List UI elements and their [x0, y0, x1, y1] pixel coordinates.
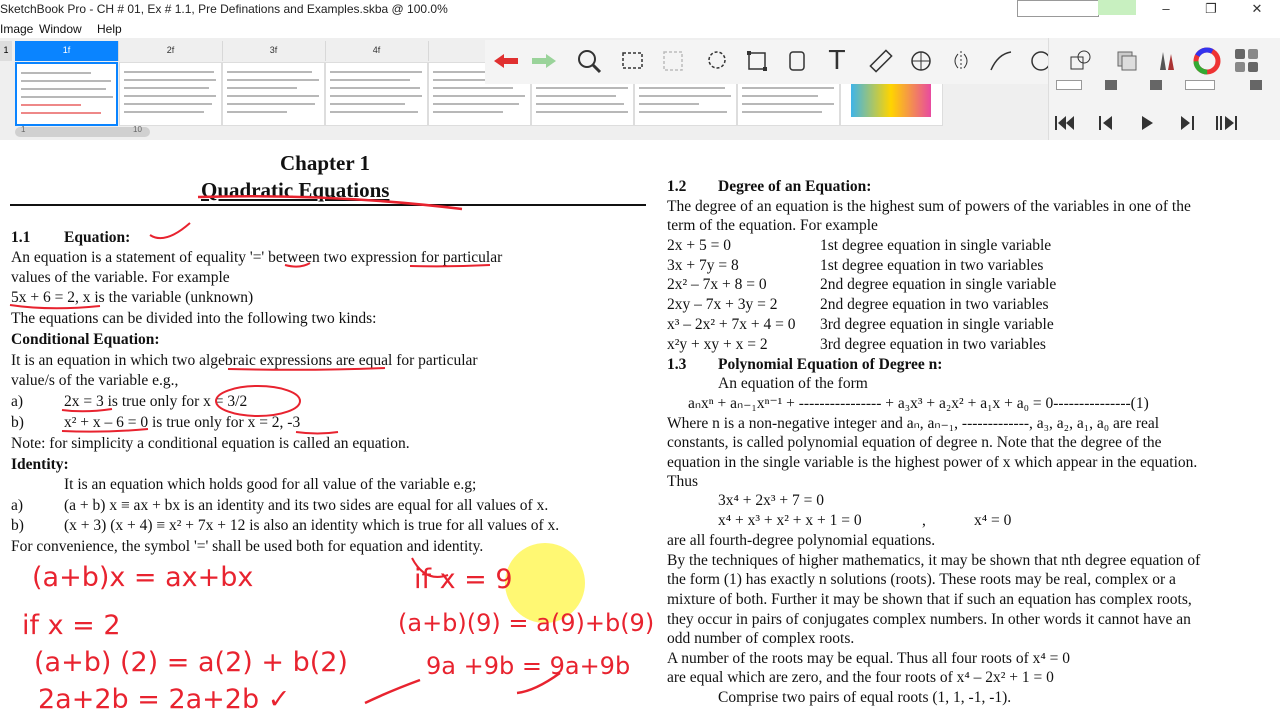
shapes-icon[interactable] — [1064, 44, 1098, 78]
tab-3f[interactable]: 3f — [222, 41, 326, 61]
rect-select-icon[interactable] — [616, 44, 650, 78]
slider-max: 10 — [133, 125, 142, 134]
line-tool-icon[interactable] — [984, 44, 1018, 78]
maximize-button[interactable]: ❐ — [1191, 0, 1231, 18]
menu-bar — [0, 20, 1280, 38]
color-swatch[interactable] — [1098, 0, 1136, 15]
ruler-icon[interactable] — [864, 44, 898, 78]
window-title: SketchBook Pro - CH # 01, Ex # 1.1, Pre … — [0, 2, 448, 16]
close-button[interactable]: ✕ — [1237, 0, 1277, 18]
last-frame-icon[interactable] — [1214, 112, 1240, 134]
handwritten-note: (a+b) (2) = a(2) + b(2) — [34, 647, 348, 678]
prev-frame-icon[interactable] — [1095, 112, 1117, 134]
swatches-icon[interactable] — [1230, 44, 1264, 78]
dropdown-a[interactable] — [1056, 80, 1082, 90]
tab-1f[interactable]: 1f — [15, 41, 119, 61]
stop-square-icon[interactable] — [1250, 80, 1262, 90]
page-thumbnail[interactable] — [15, 62, 118, 126]
dropdown-b[interactable] — [1185, 80, 1215, 90]
stop-square-icon[interactable] — [1150, 80, 1162, 90]
lasso-icon[interactable] — [700, 44, 734, 78]
menu-help[interactable]: Help — [97, 22, 122, 36]
handwritten-note: (a+b)(9) = a(9)+b(9) — [398, 609, 655, 637]
text-icon[interactable]: T — [820, 44, 854, 78]
handwritten-note: if x = 2 — [22, 610, 121, 641]
menu-image[interactable]: Image — [0, 22, 33, 36]
next-frame-icon[interactable] — [1176, 112, 1198, 134]
perspective-icon[interactable] — [904, 44, 938, 78]
transform-icon[interactable] — [740, 44, 774, 78]
page-thumbnail[interactable] — [325, 62, 428, 126]
document-canvas[interactable]: Chapter 1 Quadratic Equations 1.1 Equati… — [0, 143, 1280, 720]
tab-4f[interactable]: 4f — [325, 41, 429, 61]
symmetry-icon[interactable] — [944, 44, 978, 78]
layers-icon[interactable] — [1110, 44, 1144, 78]
strip-marker: 1 — [0, 41, 12, 61]
page-thumbnail[interactable] — [222, 62, 325, 126]
panel-row — [1050, 80, 1278, 92]
handwritten-note: if x = 9 — [414, 564, 513, 595]
stop-square-icon[interactable] — [1105, 80, 1117, 90]
page-thumbnail[interactable] — [119, 62, 222, 126]
handwritten-note: (a+b)x = ax+bx — [32, 562, 254, 593]
menu-window[interactable]: Window — [39, 22, 82, 36]
cover-thumbnail-image — [851, 79, 931, 117]
brushes-icon[interactable] — [1150, 44, 1184, 78]
play-icon[interactable] — [1136, 112, 1158, 134]
tab-2f[interactable]: 2f — [119, 41, 223, 61]
fill-bucket-icon[interactable] — [780, 44, 814, 78]
redo-icon[interactable] — [528, 44, 562, 78]
color-wheel-icon[interactable] — [1190, 44, 1224, 78]
handwritten-note: 9a +9b = 9a+9b — [426, 652, 631, 680]
title-bar: SketchBook Pro - CH # 01, Ex # 1.1, Pre … — [0, 0, 1280, 20]
crop-icon[interactable] — [656, 44, 690, 78]
slider-min: 1 — [21, 125, 26, 134]
handwritten-note: 2a+2b = 2a+2b ✓ — [38, 684, 291, 715]
zoom-icon[interactable] — [572, 44, 606, 78]
minimize-button[interactable]: – — [1146, 0, 1186, 18]
undo-icon[interactable] — [488, 44, 522, 78]
first-frame-icon[interactable] — [1052, 112, 1076, 134]
page-slider[interactable]: 1 10 — [15, 125, 150, 137]
quick-search-box[interactable] — [1017, 0, 1099, 17]
